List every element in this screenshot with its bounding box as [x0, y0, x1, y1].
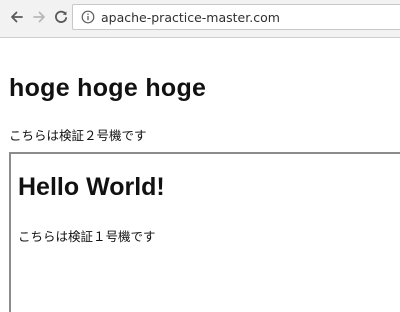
address-bar[interactable]: apache-practice-master.com [72, 4, 400, 30]
page-text: こちらは検証２号機です [9, 129, 147, 143]
reload-button[interactable] [52, 8, 70, 26]
url-text: apache-practice-master.com [101, 10, 280, 25]
info-icon[interactable] [81, 10, 95, 24]
reload-icon [55, 10, 68, 23]
frame-text: こちらは検証１号機です [18, 230, 156, 244]
page-content: hoge hoge hoge こちらは検証２号機です Hello World! … [0, 38, 400, 312]
embedded-frame: Hello World! こちらは検証１号機です [9, 152, 400, 312]
arrow-right-icon [33, 11, 45, 23]
forward-button[interactable] [30, 8, 48, 26]
back-button[interactable] [8, 8, 26, 26]
arrow-left-icon [11, 11, 23, 23]
page-heading: hoge hoge hoge [9, 74, 207, 102]
frame-heading: Hello World! [18, 173, 165, 201]
browser-toolbar: apache-practice-master.com [0, 0, 400, 38]
